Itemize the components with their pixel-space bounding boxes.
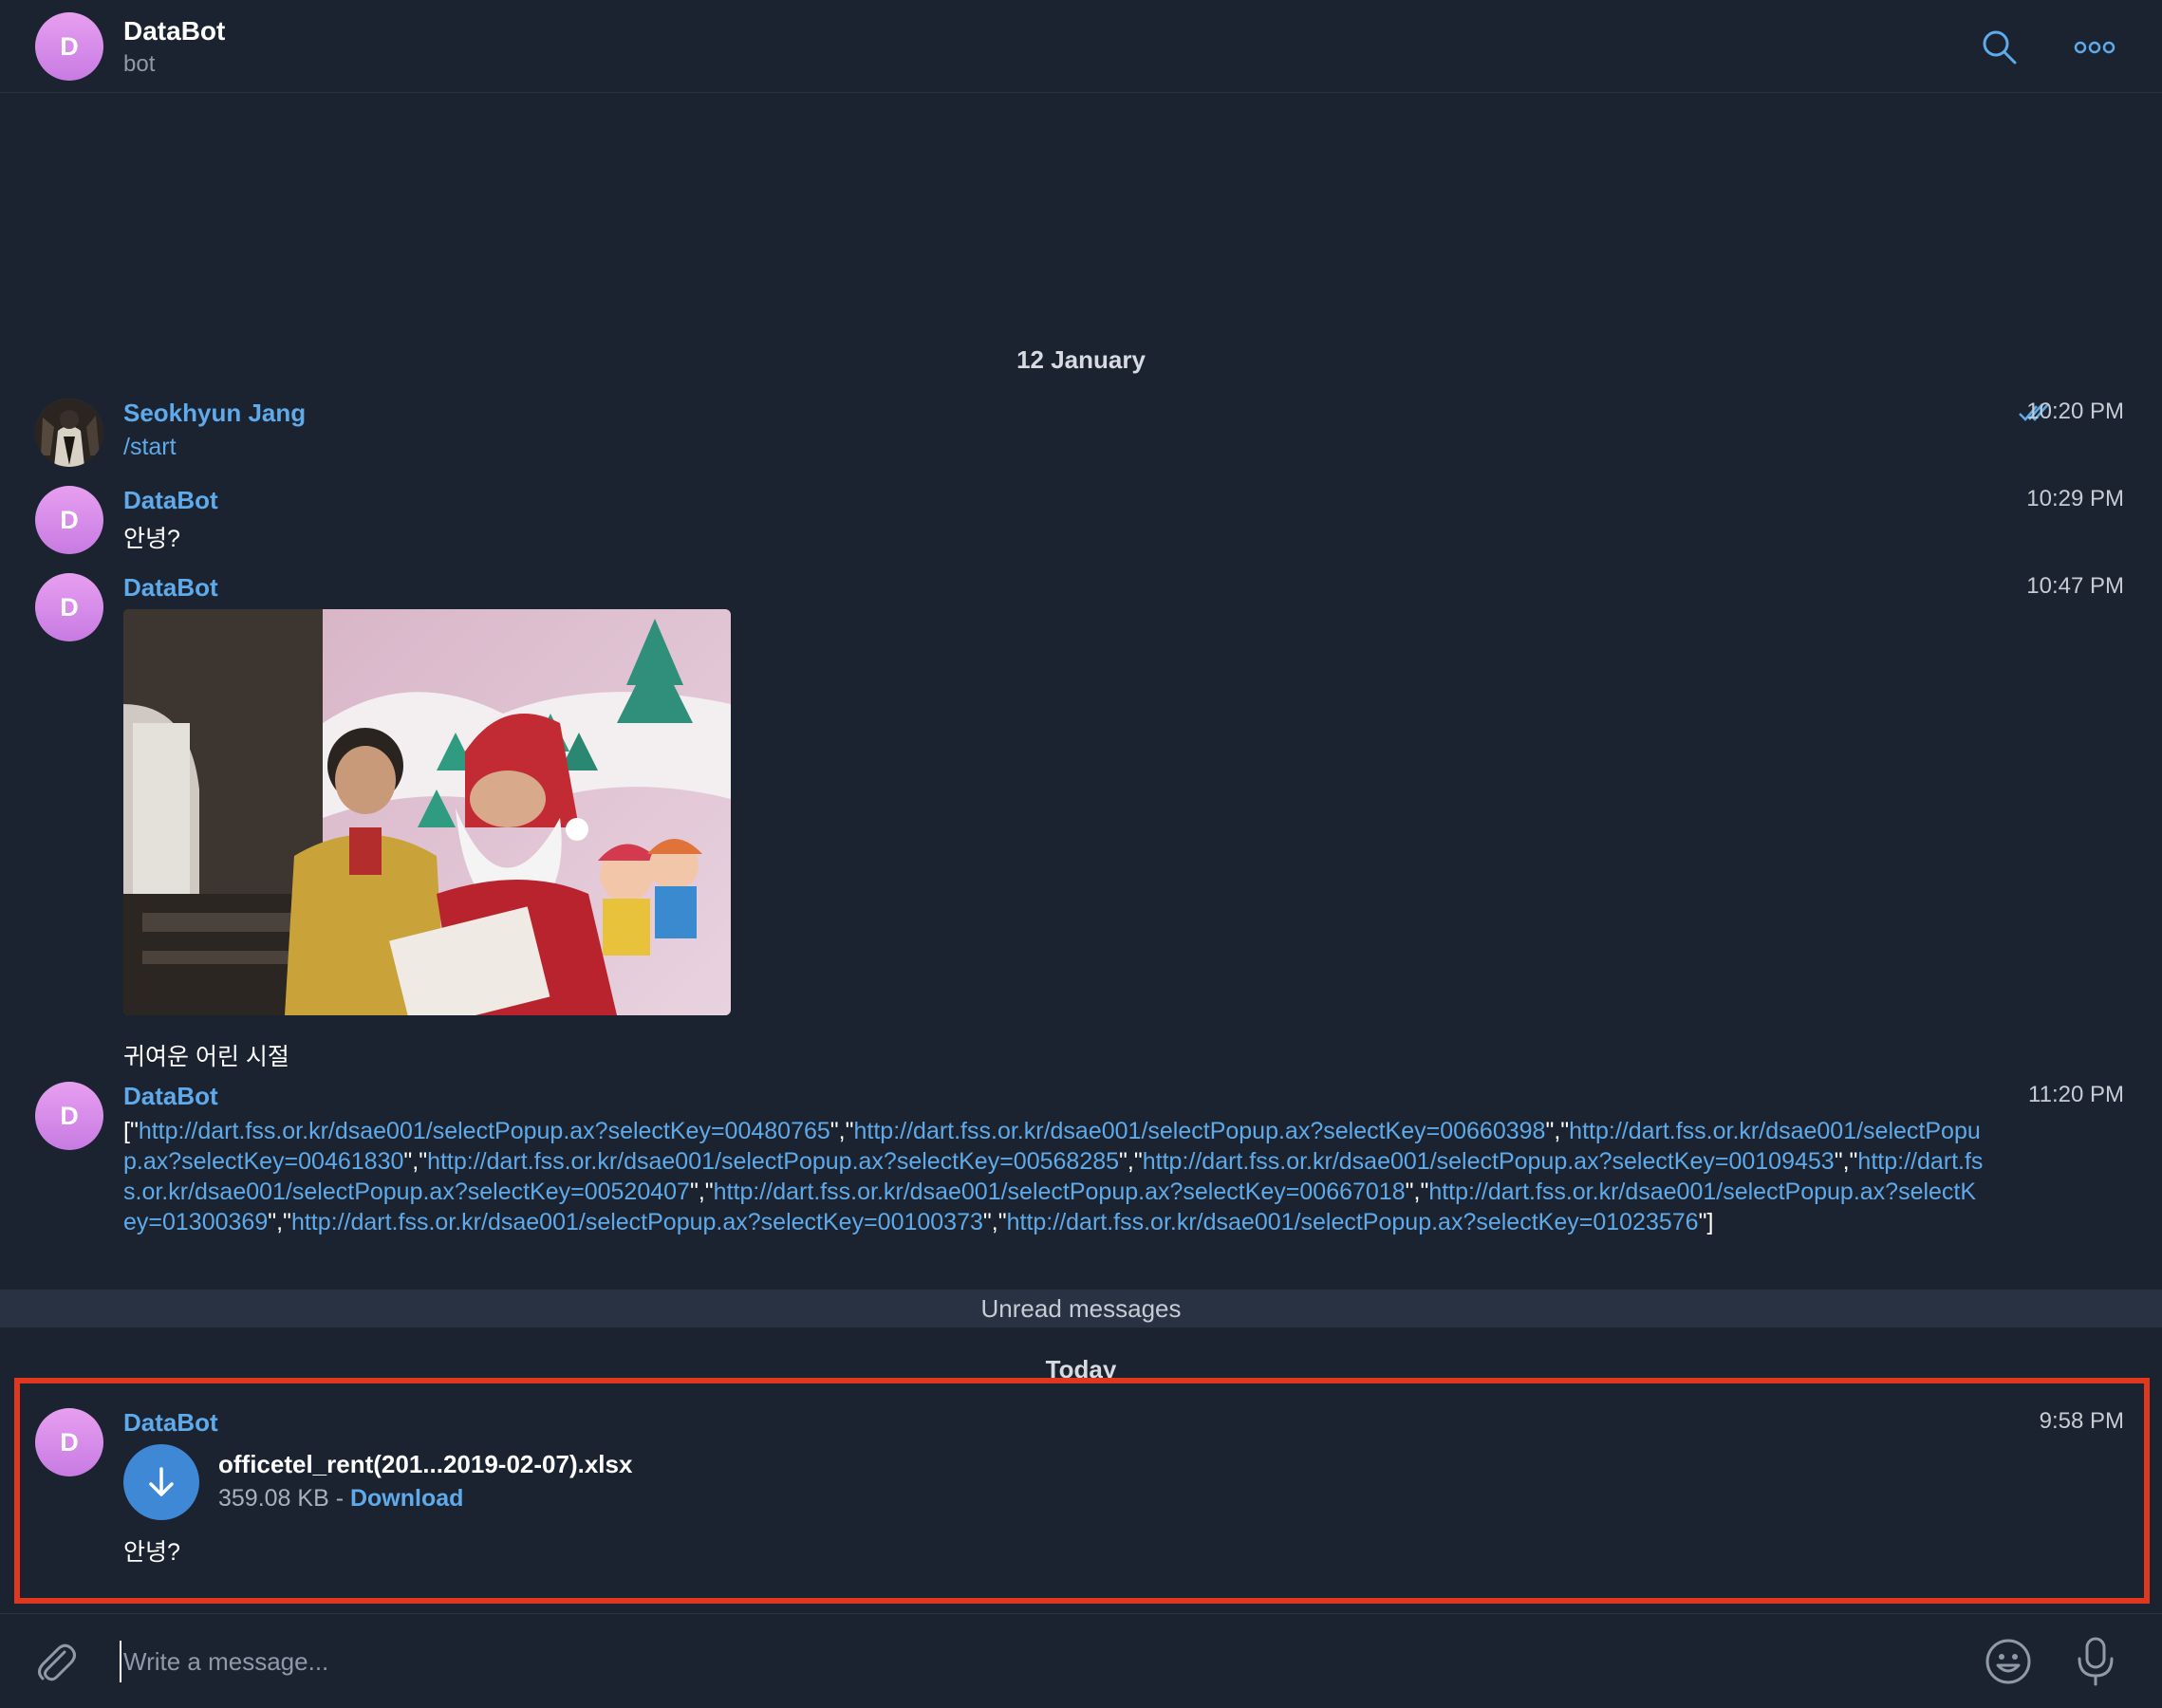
file-name[interactable]: officetel_rent(201...2019-02-07).xlsx (218, 1450, 632, 1479)
user-photo-icon (35, 399, 103, 467)
childhood-photo (123, 609, 731, 1015)
download-arrow-icon (149, 1467, 174, 1496)
attach-button[interactable] (28, 1635, 82, 1688)
sender-name[interactable]: DataBot (123, 573, 218, 603)
attach-icon (38, 1643, 76, 1681)
message-text: 안녕? (123, 526, 180, 552)
message-composer (0, 1613, 2162, 1708)
mic-icon (2078, 1637, 2114, 1686)
bot-avatar[interactable]: D (35, 1408, 103, 1476)
sender-name[interactable]: Seokhyun Jang (123, 399, 306, 428)
file-download-button[interactable] (123, 1444, 199, 1520)
sender-name[interactable]: DataBot (123, 1082, 218, 1111)
date-separator-today: Today (1045, 1355, 1117, 1383)
file-meta: 359.08 KB - Download (218, 1485, 463, 1513)
command-link[interactable]: /start (123, 434, 177, 461)
photo-caption: 귀여운 어린 시절 (123, 1044, 289, 1070)
chat-avatar[interactable]: D (35, 12, 103, 81)
message-text: 안녕? (123, 1539, 180, 1566)
message-time: 10:47 PM (2026, 573, 2124, 599)
unread-messages-banner: Unread messages (0, 1290, 2162, 1327)
emoji-icon (1985, 1639, 2031, 1684)
user-avatar[interactable] (35, 399, 103, 467)
chat-title[interactable]: DataBot (123, 16, 225, 46)
url-link[interactable]: http://dart.fss.or.kr/dsae001/selectPopu… (1007, 1209, 1699, 1235)
chat-subtitle: bot (123, 51, 156, 77)
url-link[interactable]: http://dart.fss.or.kr/dsae001/selectPopu… (139, 1118, 830, 1144)
bot-avatar[interactable]: D (35, 1082, 103, 1150)
chat-header: D DataBot bot (0, 0, 2162, 93)
message-time: 10:20 PM (2026, 399, 2124, 424)
download-link[interactable]: Download (350, 1485, 463, 1512)
search-icon (1983, 30, 2017, 65)
file-meta-separator: - (328, 1485, 350, 1512)
url-link[interactable]: http://dart.fss.or.kr/dsae001/selectPopu… (291, 1209, 983, 1235)
url-link[interactable]: http://dart.fss.or.kr/dsae001/selectPopu… (854, 1118, 1546, 1144)
message-time: 9:58 PM (2039, 1408, 2124, 1434)
sender-name[interactable]: DataBot (123, 1408, 218, 1438)
message-time: 10:29 PM (2026, 486, 2124, 511)
date-separator: 12 January (1016, 345, 1146, 374)
photo-attachment[interactable] (123, 609, 731, 1015)
url-link[interactable]: http://dart.fss.or.kr/dsae001/selectPopu… (427, 1148, 1119, 1175)
sender-name[interactable]: DataBot (123, 486, 218, 515)
bot-avatar[interactable]: D (35, 486, 103, 554)
more-button[interactable] (2071, 24, 2118, 71)
message-time: 11:20 PM (2028, 1082, 2124, 1107)
message-input[interactable] (120, 1641, 1923, 1682)
emoji-button[interactable] (1982, 1635, 2035, 1688)
url-link[interactable]: http://dart.fss.or.kr/dsae001/selectPopu… (1143, 1148, 1835, 1175)
link-list-message: ["http://dart.fss.or.kr/dsae001/selectPo… (123, 1118, 1984, 1235)
voice-record-button[interactable] (2069, 1635, 2122, 1688)
telegram-chat-window: D DataBot bot 12 January Seokhyun Jang /… (0, 0, 2162, 1708)
file-size: 359.08 KB (218, 1485, 329, 1512)
url-link[interactable]: http://dart.fss.or.kr/dsae001/selectPopu… (714, 1179, 1406, 1205)
more-icon (2074, 41, 2115, 54)
bot-avatar[interactable]: D (35, 573, 103, 641)
search-button[interactable] (1976, 24, 2023, 71)
